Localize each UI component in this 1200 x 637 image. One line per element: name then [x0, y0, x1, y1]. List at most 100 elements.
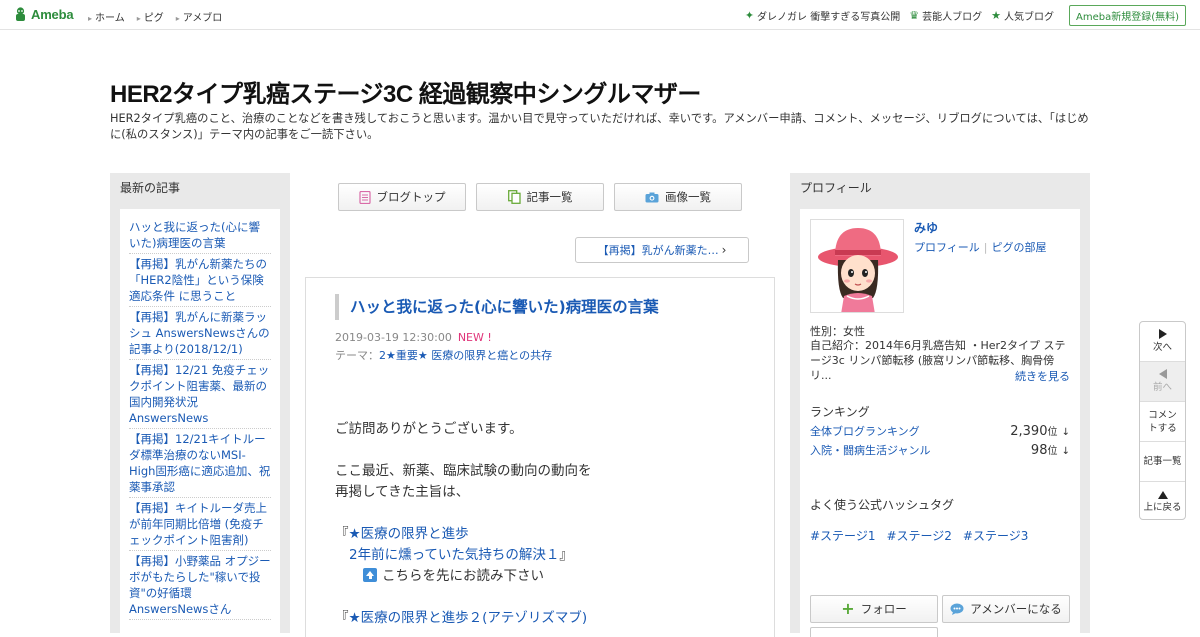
recent-article-link[interactable]: 【再掲】キイトルーダ売上が前年同期比倍増 (免疫チェックポイント阻害剤)	[129, 501, 267, 547]
prev-label: 前へ	[1152, 382, 1172, 393]
hashtag-link[interactable]: #ステージ2	[886, 527, 951, 544]
blog-top-button[interactable]: ブログトップ	[338, 183, 466, 211]
image-list-button[interactable]: 画像一覧	[614, 183, 742, 211]
article-list-label: 記事一覧	[526, 190, 573, 204]
play-left-icon	[1158, 369, 1167, 379]
profile-panel: みゆ プロフィール | ピグの部屋 性別：女性 自己紹介：2014年6月乳癌告知 ・…	[800, 209, 1080, 637]
plus-icon: +	[841, 599, 855, 618]
article-title[interactable]: ハッと我に返った(心に響いた)病理医の言葉	[335, 294, 659, 320]
hashtag-link[interactable]: #ステージ1	[810, 527, 875, 544]
blog-title[interactable]: HER2タイプ乳癌ステージ3C 経過観察中シングルマザー	[110, 74, 701, 109]
right-sidebar: プロフィール みゆ プロフィール | ピグの部屋 性別：女性 自己紹介：2014…	[790, 173, 1090, 637]
register-button[interactable]: Ameba新規登録(無料)	[1068, 4, 1186, 26]
read-first-note: こちらを先にお読み下さい	[335, 566, 765, 587]
ranking-value: 2,390位 ↓	[1010, 424, 1070, 439]
nav-home[interactable]: ホーム	[88, 9, 125, 24]
recent-article-link[interactable]: 【再掲】乳がん新薬たちの「HER2陰性」という保険適応条件 に思うこと	[129, 257, 267, 303]
article-body: ご訪問ありがとうございます。 ここ最近、新薬、臨床試験の動向の動向を 再掲してき…	[335, 419, 765, 629]
recent-articles-list: ハッと我に返った(心に響いた)病理医の言葉 【再掲】乳がん新薬たちの「HER2陰…	[129, 217, 271, 620]
hashtag-heading: よく使う公式ハッシュタグ	[810, 498, 955, 512]
amember-button[interactable]: アメンバーになる	[942, 595, 1070, 623]
side-article-list-label: 記事一覧	[1143, 456, 1182, 467]
copy-icon	[507, 190, 521, 204]
header-link-popular[interactable]: ★ 人気ブログ	[991, 8, 1054, 23]
quote-link[interactable]: 2年前に燻っていた気持ちの解決１	[349, 547, 559, 563]
image-list-label: 画像一覧	[665, 190, 711, 204]
comment-button[interactable]: コメントする	[1140, 402, 1185, 442]
body-line: ここ最近、新薬、臨床試験の動向の動向を	[335, 463, 592, 479]
previous-article-button[interactable]: 【再掲】乳がん新薬た… ›	[575, 237, 749, 263]
avatar-illustration	[811, 220, 903, 312]
amember-label: アメンバーになる	[970, 602, 1062, 616]
article-date-row: 2019-03-19 12:30:00 NEW !	[335, 331, 492, 344]
recent-article-link[interactable]: 【再掲】小野薬品 オプジーボがもたらした"稼いで投資"の好循環 AnswersN…	[129, 554, 271, 616]
recent-article-link[interactable]: 【再掲】12/21 免疫チェックポイント阻害薬、最新の国内開発状況 Answer…	[129, 363, 269, 425]
comment-label: コメントする	[1148, 409, 1177, 434]
list-item: 【再掲】12/21キイトルーダ標準治療のないMSI-High固形癌に適応追加、祝…	[129, 429, 271, 498]
ranking-row: 入院・闘病生活ジャンル 98位 ↓	[810, 442, 1070, 458]
list-item: 【再掲】キイトルーダ売上が前年同期比倍増 (免疫チェックポイント阻害剤)	[129, 498, 271, 551]
header-right-links: ✦ ダレノガレ 衝撃すぎる写真公開 ♛ 芸能人ブログ ★ 人気ブログ Ameba…	[745, 4, 1186, 26]
follow-button[interactable]: + フォロー	[810, 595, 938, 623]
list-item: 【再掲】乳がんに新薬ラッシュ AnswersNewsさんの記事より(2018/1…	[129, 307, 271, 360]
blog-top-label: ブログトップ	[376, 190, 446, 204]
side-article-list-button[interactable]: 記事一覧	[1140, 442, 1185, 482]
header-link-news[interactable]: ✦ ダレノガレ 衝撃すぎる写真公開	[745, 8, 900, 23]
ranking-label[interactable]: 全体ブログランキング	[810, 423, 920, 439]
chat-icon	[950, 603, 964, 615]
arrow-up-icon	[363, 568, 377, 582]
profile-heading: プロフィール	[800, 181, 872, 195]
global-nav: ホーム ピグ アメブロ	[88, 9, 222, 24]
profile-link[interactable]: プロフィール	[914, 241, 980, 254]
hashtag-list: #ステージ1 #ステージ2 #ステージ3	[810, 527, 1028, 544]
body-greeting: ご訪問ありがとうございます。	[335, 421, 523, 437]
theme-prefix: テーマ：	[335, 349, 379, 362]
quote-link[interactable]: ★医療の限界と進歩２(アテゾリズマブ)	[349, 610, 588, 626]
new-badge: NEW !	[457, 331, 492, 344]
crown-icon: ♛	[909, 8, 920, 22]
ranking-row: 全体ブログランキング 2,390位 ↓	[810, 423, 1070, 439]
previous-article-label: 【再掲】乳がん新薬た…	[597, 244, 719, 257]
next-button[interactable]: 次へ	[1140, 322, 1185, 362]
article: ハッと我に返った(心に響いた)病理医の言葉 2019-03-19 12:30:0…	[305, 277, 775, 637]
theme-link[interactable]: 2★重要★ 医療の限界と癌との共存	[379, 349, 552, 362]
article-list-button[interactable]: 記事一覧	[476, 183, 604, 211]
quote-close: 』	[559, 547, 573, 563]
read-first-text: こちらを先にお読み下さい	[382, 568, 544, 584]
profile-gender: 性別：女性	[810, 325, 865, 338]
recent-article-link[interactable]: 【再掲】12/21キイトルーダ標準治療のないMSI-High固形癌に適応追加、祝…	[129, 432, 270, 494]
recent-article-link[interactable]: 【再掲】乳がんに新薬ラッシュ AnswersNewsさんの記事より(2018/1…	[129, 310, 270, 356]
blog-nav-buttons: ブログトップ 記事一覧 画像一覧	[338, 183, 742, 211]
hashtag-link[interactable]: #ステージ3	[963, 527, 1028, 544]
avatar[interactable]	[810, 219, 904, 313]
body-quote-1-cont: 2年前に燻っていた気持ちの解決１』	[335, 545, 765, 566]
document-icon	[358, 190, 371, 204]
message-button[interactable]	[810, 627, 938, 637]
logo-text: Ameba	[31, 7, 74, 22]
left-sidebar: 最新の記事 ハッと我に返った(心に響いた)病理医の言葉 【再掲】乳がん新薬たちの…	[110, 173, 290, 633]
quote-link[interactable]: ★医療の限界と進歩	[349, 526, 469, 542]
ranking-value: 98位 ↓	[1030, 443, 1070, 458]
read-more-link[interactable]: 続きを見る	[1015, 368, 1070, 384]
profile-name[interactable]: みゆ	[914, 219, 938, 236]
back-to-top-button[interactable]: 上に戻る	[1140, 482, 1185, 519]
ameba-logo[interactable]: Ameba	[14, 7, 74, 22]
recent-article-link[interactable]: ハッと我に返った(心に響いた)病理医の言葉	[129, 220, 260, 250]
ranking-label[interactable]: 入院・闘病生活ジャンル	[810, 442, 930, 458]
ameba-logo-icon	[16, 7, 25, 21]
sparkle-icon: ✦	[744, 8, 755, 22]
play-right-icon	[1158, 329, 1167, 339]
article-date: 2019-03-19 12:30:00	[335, 331, 452, 344]
nav-ameblo[interactable]: アメブロ	[176, 9, 223, 24]
list-item: 【再掲】12/21 免疫チェックポイント阻害薬、最新の国内開発状況 Answer…	[129, 360, 271, 429]
prev-button[interactable]: 前へ	[1140, 362, 1185, 402]
recent-articles-heading: 最新の記事	[120, 181, 181, 195]
blog-description: HER2タイプ乳癌のこと、治療のことなどを書き残しておこうと思います。温かい目で…	[110, 112, 1089, 141]
ranking-heading: ランキング	[810, 405, 870, 419]
recent-articles-panel: ハッと我に返った(心に響いた)病理医の言葉 【再掲】乳がん新薬たちの「HER2陰…	[120, 209, 280, 633]
next-label: 次へ	[1152, 342, 1172, 353]
nav-pigg[interactable]: ピグ	[137, 9, 164, 24]
header-link-celebrity[interactable]: ♛ 芸能人ブログ	[909, 8, 982, 23]
pigg-room-link[interactable]: ピグの部屋	[992, 241, 1047, 254]
global-header: Ameba ホーム ピグ アメブロ ✦ ダレノガレ 衝撃すぎる写真公開 ♛ 芸能…	[0, 0, 1200, 30]
